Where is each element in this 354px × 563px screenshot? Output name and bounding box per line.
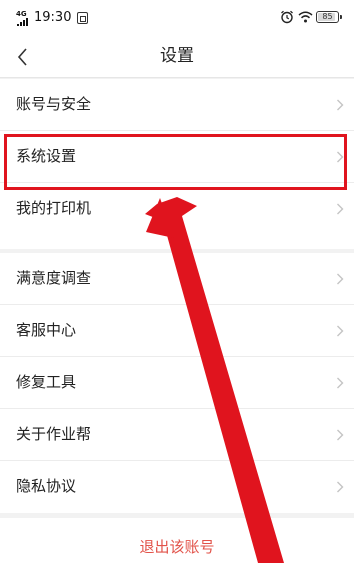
settings-item-label: 客服中心 (16, 321, 77, 339)
settings-item-privacy-policy[interactable]: 隐私协议 (0, 461, 354, 513)
status-time: 19:30 (34, 10, 72, 25)
chevron-right-icon (337, 99, 344, 111)
status-bar: 4G 19:30 85 (0, 0, 354, 36)
logout-button[interactable]: 退出该账号 (0, 537, 354, 557)
signal-strength-icon (17, 18, 28, 26)
highlight-annotation-box (4, 134, 347, 190)
settings-item-repair-tool[interactable]: 修复工具 (0, 357, 354, 409)
settings-group-support: 满意度调查 客服中心 修复工具 关于作业帮 隐私协议 (0, 253, 354, 513)
settings-item-label: 我的打印机 (16, 199, 92, 217)
settings-item-my-printer[interactable]: 我的打印机 (0, 183, 354, 235)
settings-item-about[interactable]: 关于作业帮 (0, 409, 354, 461)
battery-level: 85 (322, 12, 333, 21)
logout-area: 退出该账号 (0, 518, 354, 563)
settings-item-label: 关于作业帮 (16, 425, 92, 443)
settings-item-customer-service[interactable]: 客服中心 (0, 305, 354, 357)
settings-item-label: 账号与安全 (16, 95, 92, 113)
chevron-right-icon (337, 429, 344, 441)
chevron-right-icon (337, 481, 344, 493)
chevron-right-icon (337, 273, 344, 285)
settings-item-label: 修复工具 (16, 373, 77, 391)
alarm-icon (281, 10, 293, 24)
page-title: 设置 (160, 46, 194, 66)
wifi-icon (298, 11, 313, 23)
chevron-right-icon (337, 325, 344, 337)
battery-indicator: 85 (316, 11, 342, 23)
sim-card-icon (77, 12, 88, 24)
navigation-bar: 设置 (0, 36, 354, 78)
network-type-label: 4G (16, 10, 27, 18)
settings-item-label: 隐私协议 (16, 477, 77, 495)
settings-item-satisfaction-survey[interactable]: 满意度调查 (0, 253, 354, 305)
chevron-right-icon (337, 203, 344, 215)
chevron-right-icon (337, 377, 344, 389)
settings-item-label: 满意度调查 (16, 269, 92, 287)
settings-item-account-security[interactable]: 账号与安全 (0, 79, 354, 131)
